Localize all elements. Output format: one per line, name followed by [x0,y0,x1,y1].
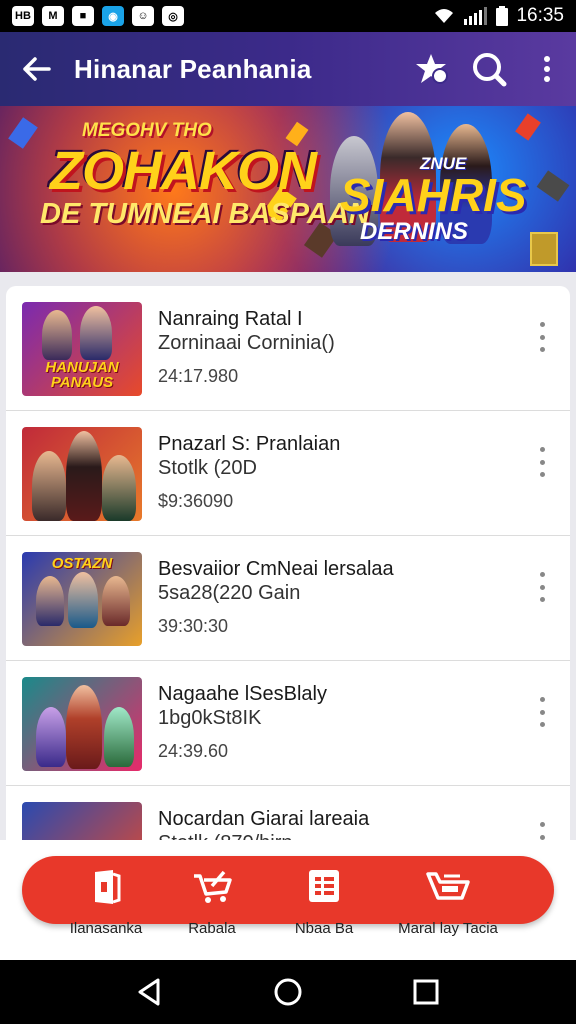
list-item[interactable]: OSTAZN Besvaiior CmNeai lersalaa 5sa28(2… [6,536,570,661]
notification-icon: ◎ [162,6,184,26]
nav-item-nbaa-ba[interactable]: Nbaa Ba [254,840,394,960]
more-vert-icon [539,572,545,577]
item-thumbnail [22,677,142,771]
item-subtitle: Stotlk (20D [158,457,257,479]
list-icon [309,870,339,902]
item-meta: 24:39.60 [158,741,229,761]
item-subtitle: 5sa28(220 Gain [158,582,301,604]
more-vert-icon [539,459,545,465]
item-thumbnail: OSTAZN [22,552,142,646]
banner-subtitle-right: DERNINS [360,218,469,245]
more-vert-icon [539,709,545,715]
nav-label: Maral lay Tacia [398,920,498,937]
more-vert-icon [539,447,545,452]
item-more-button[interactable] [530,697,554,727]
more-options-button[interactable] [518,32,576,106]
page-title: Hinanar Peanhania [74,53,312,84]
more-vert-icon [539,334,545,340]
notification-icon: ◉ [102,6,124,26]
banner-subtitle-left: DE TUMNEAI BASPAAN [40,198,370,230]
bookmark-door-icon [95,870,121,904]
list-item[interactable]: Nocardan Giarai lareaia Stotlk (870/hirn [6,786,570,846]
back-button[interactable] [0,32,74,106]
item-subtitle: Zorninaai Corninia() [158,332,335,354]
back-arrow-icon [23,57,51,81]
banner-decoration [536,170,570,202]
system-navigation-bar [0,960,576,1024]
tray-icon [426,872,470,900]
item-title: Nanraing Ratal I [158,308,303,330]
item-title: Nagaahe lSesBlaly [158,683,327,705]
item-thumbnail: HANUJAN PANAUS [22,302,142,396]
item-title: Pnazarl S: Pranlaian [158,433,341,455]
status-bar: HB M ■ ◉ ☺ ◎ 16:35 [0,0,576,32]
list-item[interactable]: Pnazarl S: Pranlaian Stotlk (20D $9:3609… [6,411,570,536]
nav-label: Nbaa Ba [294,920,354,937]
cart-icon [194,870,232,903]
item-thumbnail [22,427,142,521]
game-list: HANUJAN PANAUS Nanraing Ratal I Zorninaa… [6,286,570,846]
item-subtitle: 1bg0kSt8IK [158,707,262,729]
banner-kicker: MEGOHV THO [82,120,212,141]
wifi-icon [435,9,454,23]
more-vert-icon [539,722,545,727]
nav-item-maral-lay-tacia[interactable]: Maral lay Tacia [378,840,518,960]
banner-decoration [515,113,541,141]
banner-decoration [8,117,38,149]
banner-title-right: SIAHRIS [340,169,527,221]
more-vert-icon [544,56,550,82]
back-triangle-icon[interactable] [134,976,166,1008]
item-meta: 24:17.980 [158,366,239,386]
list-item[interactable]: HANUJAN PANAUS Nanraing Ratal I Zorninaa… [6,286,570,411]
star-badge-icon [416,54,448,84]
thumb-caption: HANUJAN PANAUS [45,359,119,391]
item-more-button[interactable] [530,447,554,477]
item-meta: 39:30:30 [158,616,229,636]
home-circle-icon[interactable] [272,976,304,1008]
item-more-button[interactable] [530,572,554,602]
notification-icon: M [42,6,64,26]
more-vert-icon [539,822,545,827]
search-button[interactable] [460,32,518,106]
more-vert-icon [539,322,545,327]
app-bar: Hinanar Peanhania [0,32,576,106]
more-vert-icon [539,584,545,590]
banner-corner-badge [530,232,558,266]
notification-icon: ■ [72,6,94,26]
clock: 16:35 [516,5,564,26]
thumb-caption: OSTAZN [51,555,113,572]
item-more-button[interactable] [530,322,554,352]
notification-icon: HB [12,6,34,26]
banner-title-left: ZOHAKON [50,141,317,201]
list-item[interactable]: Nagaahe lSesBlaly 1bg0kSt8IK 24:39.60 [6,661,570,786]
signal-icon [464,7,488,25]
search-icon [473,53,507,87]
item-title: Nocardan Giarai lareaia [158,808,370,830]
more-vert-icon [539,597,545,602]
recents-square-icon[interactable] [410,976,442,1008]
more-vert-icon [539,472,545,477]
more-vert-icon [539,347,545,352]
favorite-button[interactable] [402,32,460,106]
notification-icons: HB M ■ ◉ ☺ ◎ [12,6,184,26]
bottom-navigation: Ilanasanka Rabala Nbaa Ba Maral lay Taci… [0,840,576,960]
notification-icon: ☺ [132,6,154,26]
more-vert-icon [539,697,545,702]
battery-icon [496,6,509,26]
promo-banner[interactable]: MEGOHV THO ZOHAKON DE TUMNEAI BASPAAN ZN… [0,106,576,272]
more-vert-icon [539,834,545,840]
item-title: Besvaiior CmNeai lersalaa [158,558,394,580]
item-meta: $9:36090 [158,491,234,511]
